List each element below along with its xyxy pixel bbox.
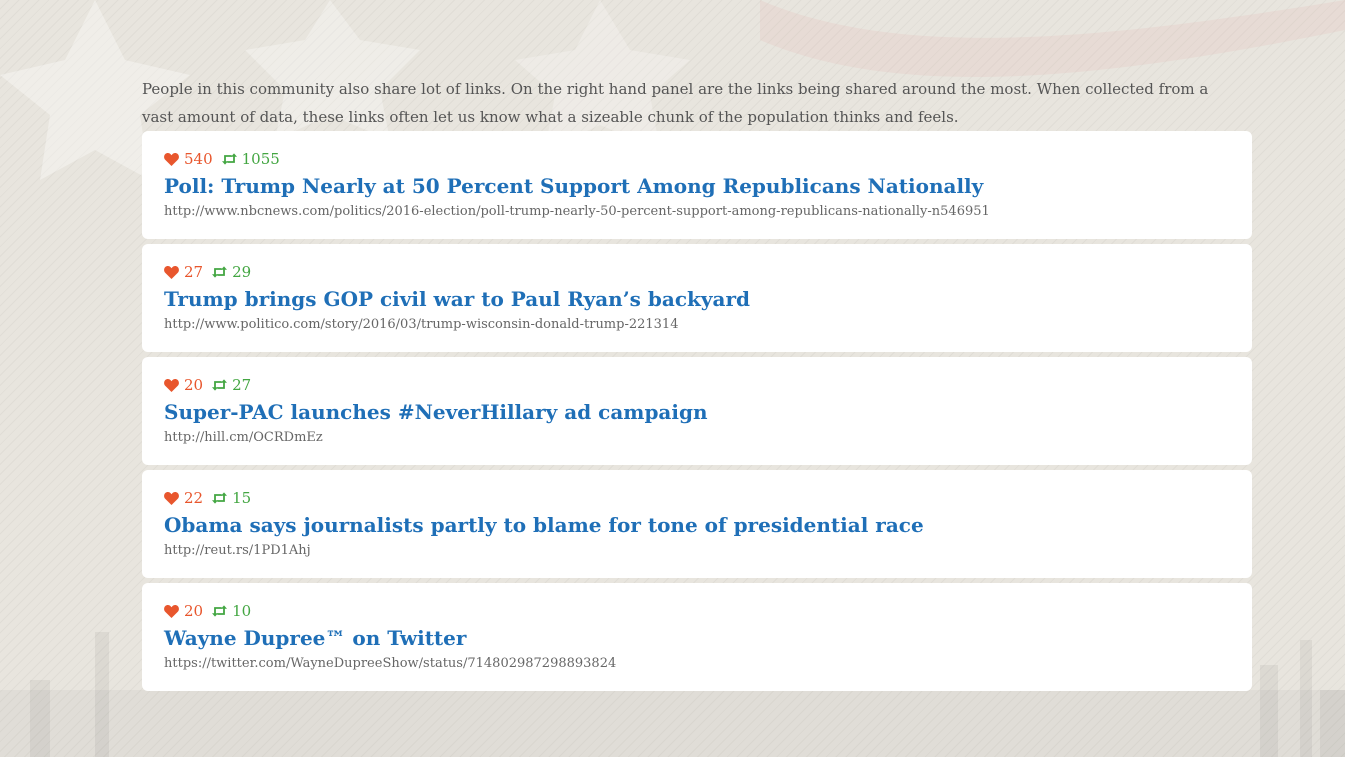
link-stats: 20 10 — [164, 601, 1230, 621]
link-stats: 20 27 — [164, 375, 1230, 395]
link-card: 27 29 Trump brings GOP civil war to Paul… — [142, 244, 1252, 352]
retweet-icon — [212, 605, 228, 617]
likes-value: 20 — [184, 376, 204, 394]
link-card: 22 15 Obama says journalists partly to b… — [142, 470, 1252, 578]
retweets-count: 15 — [212, 489, 251, 507]
retweets-count: 27 — [212, 376, 251, 394]
retweet-icon — [212, 492, 228, 504]
retweets-value: 27 — [232, 376, 252, 394]
heart-icon — [164, 265, 179, 279]
retweets-value: 29 — [232, 263, 252, 281]
retweets-value: 15 — [232, 489, 252, 507]
link-card: 20 10 Wayne Dupree™ on Twitter https://t… — [142, 583, 1252, 691]
likes-value: 20 — [184, 602, 204, 620]
link-url[interactable]: https://twitter.com/WayneDupreeShow/stat… — [164, 656, 1230, 671]
retweets-value: 10 — [232, 602, 252, 620]
likes-value: 27 — [184, 263, 204, 281]
likes-value: 22 — [184, 489, 204, 507]
link-title[interactable]: Super-PAC launches #NeverHillary ad camp… — [164, 400, 1230, 424]
intro-text: People in this community also share lot … — [142, 80, 1209, 126]
likes-count: 22 — [164, 489, 203, 507]
link-title[interactable]: Poll: Trump Nearly at 50 Percent Support… — [164, 174, 1230, 198]
retweets-count: 10 — [212, 602, 251, 620]
retweets-count: 29 — [212, 263, 251, 281]
heart-icon — [164, 604, 179, 618]
link-card: 540 1055 Poll: Trump Nearly at 50 Percen… — [142, 131, 1252, 239]
link-card: 20 27 Super-PAC launches #NeverHillary a… — [142, 357, 1252, 465]
heart-icon — [164, 491, 179, 505]
retweet-icon — [212, 266, 228, 278]
likes-count: 540 — [164, 150, 213, 168]
retweets-count: 1055 — [221, 150, 280, 168]
retweet-icon — [212, 379, 228, 391]
likes-count: 27 — [164, 263, 203, 281]
link-stats: 22 15 — [164, 488, 1230, 508]
retweet-icon — [221, 153, 237, 165]
link-url[interactable]: http://reut.rs/1PD1Ahj — [164, 543, 1230, 558]
likes-value: 540 — [184, 150, 213, 168]
link-title[interactable]: Trump brings GOP civil war to Paul Ryan’… — [164, 287, 1230, 311]
heart-icon — [164, 378, 179, 392]
link-url[interactable]: http://www.nbcnews.com/politics/2016-ele… — [164, 204, 1230, 219]
heart-icon — [164, 152, 179, 166]
likes-count: 20 — [164, 376, 203, 394]
link-stats: 540 1055 — [164, 149, 1230, 169]
link-stats: 27 29 — [164, 262, 1230, 282]
link-title[interactable]: Obama says journalists partly to blame f… — [164, 513, 1230, 537]
shared-links-list: 540 1055 Poll: Trump Nearly at 50 Percen… — [142, 131, 1252, 696]
link-title[interactable]: Wayne Dupree™ on Twitter — [164, 626, 1230, 650]
link-url[interactable]: http://www.politico.com/story/2016/03/tr… — [164, 317, 1230, 332]
link-url[interactable]: http://hill.cm/OCRDmEz — [164, 430, 1230, 445]
likes-count: 20 — [164, 602, 203, 620]
retweets-value: 1055 — [241, 150, 280, 168]
